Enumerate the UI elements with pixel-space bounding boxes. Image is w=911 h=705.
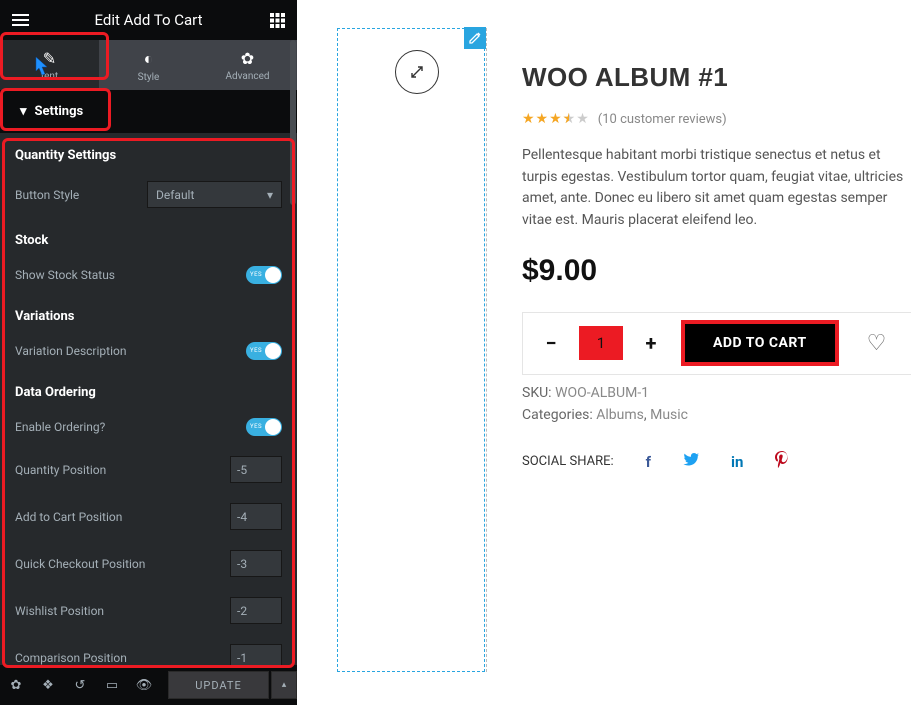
rating-stars: ★★★★★★ (522, 111, 590, 127)
categories-label: Categories: (522, 407, 593, 423)
section-label: Settings (35, 104, 84, 119)
add-to-cart-widget: − 1 + ADD TO CART ♡ (522, 312, 911, 375)
pinterest-icon[interactable] (775, 451, 789, 473)
caret-down-icon: ▾ (267, 188, 273, 202)
twitter-icon[interactable] (683, 453, 699, 471)
settings-icon[interactable]: ✿ (0, 665, 32, 705)
qc-position-label: Quick Checkout Position (15, 557, 230, 571)
group-quantity: Quantity Settings (0, 133, 297, 171)
group-variations: Variations (0, 294, 297, 332)
wishlist-position-input[interactable] (230, 597, 282, 624)
cursor-pointer-icon (30, 55, 52, 84)
responsive-icon[interactable]: ▭ (96, 665, 128, 705)
category-link[interactable]: Albums (596, 407, 644, 423)
wishlist-heart-icon[interactable]: ♡ (867, 331, 887, 356)
quantity-minus-button[interactable]: − (541, 333, 561, 353)
button-style-label: Button Style (15, 188, 147, 202)
comparison-position-label: Comparison Position (15, 651, 230, 665)
wishlist-position-label: Wishlist Position (15, 604, 230, 618)
column-divider (486, 28, 487, 672)
tab-label: Advanced (225, 71, 269, 82)
category-link[interactable]: Music (650, 407, 688, 423)
social-share-label: SOCIAL SHARE: (522, 454, 614, 469)
sku-label: SKU: (522, 385, 552, 401)
preview-icon[interactable]: 👁 (128, 665, 160, 705)
style-icon: ◐ (99, 49, 198, 69)
selected-column-outline[interactable] (337, 28, 485, 672)
update-button[interactable]: UPDATE (168, 671, 269, 699)
history-icon[interactable]: ↺ (64, 665, 96, 705)
image-expand-icon[interactable] (395, 50, 439, 94)
panel-title: Edit Add To Cart (40, 11, 257, 29)
enable-ordering-toggle[interactable] (246, 418, 282, 436)
tab-label: Style (138, 72, 160, 83)
product-description: Pellentesque habitant morbi tristique se… (522, 145, 911, 232)
edit-widget-icon[interactable] (464, 27, 486, 49)
show-stock-toggle[interactable] (246, 266, 282, 284)
add-to-cart-button[interactable]: ADD TO CART (681, 320, 839, 366)
atc-position-label: Add to Cart Position (15, 510, 230, 524)
enable-ordering-label: Enable Ordering? (15, 420, 246, 434)
scrollbar-thumb[interactable] (290, 40, 296, 205)
group-ordering: Data Ordering (0, 370, 297, 408)
apps-grid-icon[interactable] (257, 0, 297, 40)
sku-value: WOO-ALBUM-1 (555, 385, 649, 401)
product-title: WOO ALBUM #1 (522, 62, 911, 93)
linkedin-icon[interactable]: in (731, 453, 743, 471)
hamburger-menu[interactable] (0, 0, 40, 40)
quantity-position-input[interactable] (230, 456, 282, 483)
tab-style[interactable]: ◐ Style (99, 40, 198, 90)
tab-advanced[interactable]: ✿ Advanced (198, 40, 297, 90)
gear-icon: ✿ (198, 49, 297, 68)
navigator-icon[interactable]: ❖ (32, 665, 64, 705)
review-count[interactable]: (10 customer reviews) (598, 112, 727, 127)
atc-position-input[interactable] (230, 503, 282, 530)
group-stock: Stock (0, 218, 297, 256)
comparison-position-input[interactable] (230, 644, 282, 665)
update-options-button[interactable]: ▴ (271, 671, 297, 699)
show-stock-label: Show Stock Status (15, 268, 246, 282)
caret-down-icon: ▾ (20, 104, 27, 119)
facebook-icon[interactable]: f (646, 453, 651, 471)
qc-position-input[interactable] (230, 550, 282, 577)
product-price: $9.00 (522, 254, 911, 288)
section-settings[interactable]: ▾ Settings (0, 90, 297, 133)
button-style-select[interactable]: Default ▾ (147, 181, 282, 208)
quantity-value[interactable]: 1 (579, 326, 623, 360)
select-value: Default (156, 188, 194, 202)
quantity-plus-button[interactable]: + (641, 333, 661, 353)
variation-desc-label: Variation Description (15, 344, 246, 358)
variation-desc-toggle[interactable] (246, 342, 282, 360)
quantity-position-label: Quantity Position (15, 463, 230, 477)
